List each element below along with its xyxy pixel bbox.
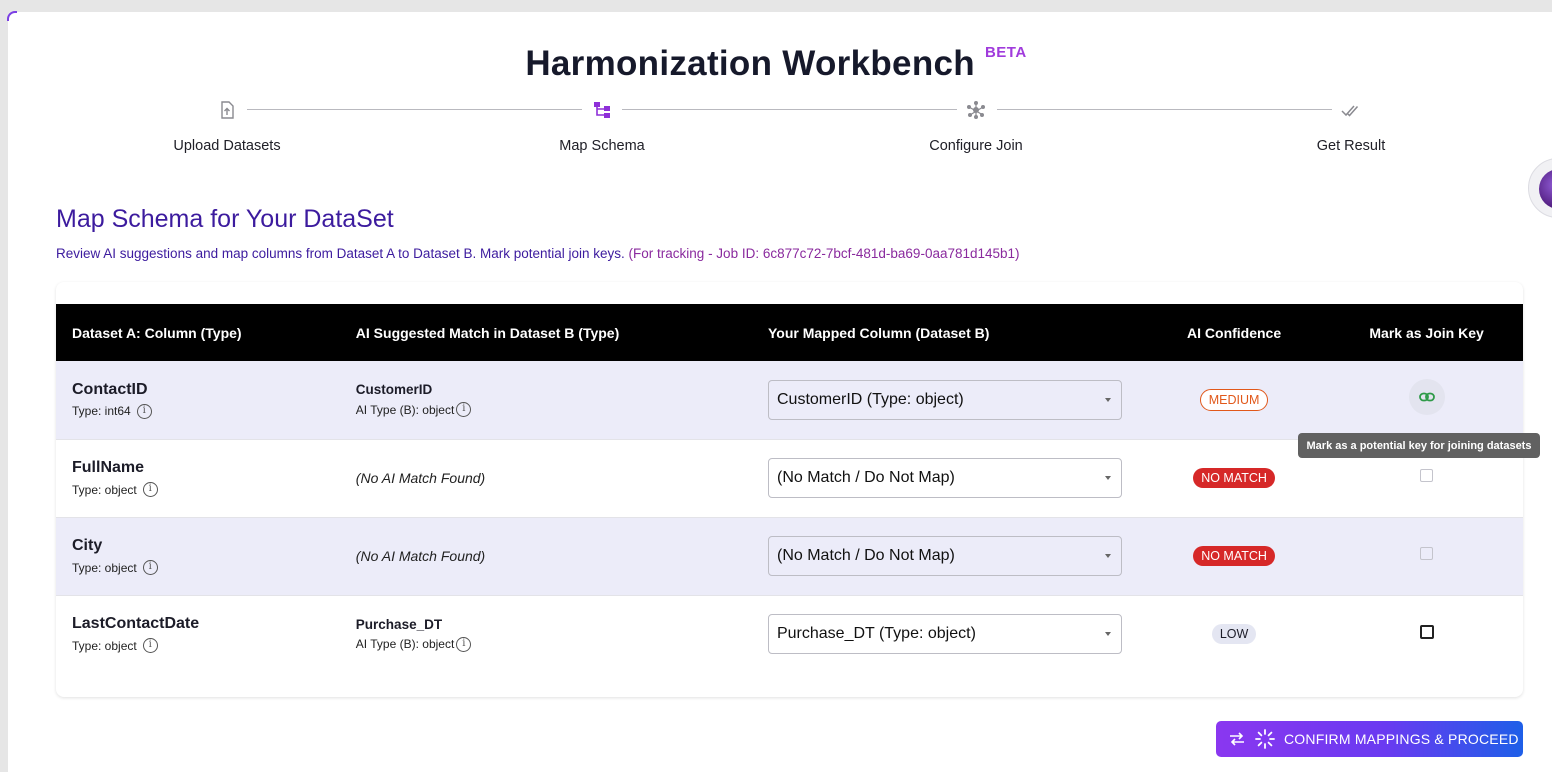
ai-match-name: CustomerID: [355, 382, 433, 398]
job-id-tracking: (For tracking - Job ID: 6c877c72-7bcf-48…: [628, 246, 1020, 261]
description-text: Review AI suggestions and map columns fr…: [56, 246, 625, 261]
column-type-text: Type: int64: [72, 404, 131, 419]
column-name: City: [72, 537, 103, 554]
confidence-badge: NO MATCH: [1193, 546, 1275, 566]
step-label-map-schema[interactable]: Map Schema: [502, 138, 702, 154]
ai-match-type-text: AI Type (B): object: [355, 402, 455, 417]
ai-match-type: AI Type (B): object i: [355, 636, 736, 652]
join-key-checkbox[interactable]: [1420, 469, 1434, 482]
column-type-text: Type: object: [72, 638, 137, 653]
ai-match-type-text: AI Type (B): object: [355, 637, 455, 652]
join-key-toggle[interactable]: [1408, 379, 1445, 416]
column-type: Type: object i: [72, 638, 324, 654]
double-check-icon[interactable]: [1341, 100, 1361, 120]
chevron-down-icon: [1104, 632, 1111, 637]
join-key-checkbox[interactable]: [1419, 624, 1434, 639]
swap-arrows-icon: [1230, 732, 1244, 746]
mapped-column-select[interactable]: (No Match / Do Not Map): [767, 458, 1122, 498]
join-key-tooltip: Mark as a potential key for joining data…: [1298, 433, 1540, 458]
column-type: Type: int64 i: [72, 403, 324, 419]
column-name: FullName: [72, 459, 145, 476]
step-connector: [247, 109, 582, 110]
mapped-column-value: (No Match / Do Not Map): [776, 469, 955, 486]
info-icon[interactable]: i: [456, 636, 472, 652]
info-icon[interactable]: i: [142, 638, 158, 654]
column-name: ContactID: [72, 380, 148, 398]
mapped-column-value: Purchase_DT (Type: object): [776, 625, 976, 643]
chevron-down-icon: [1104, 554, 1111, 558]
beta-badge: BETA: [984, 44, 1027, 61]
confirm-button-label: CONFIRM MAPPINGS & PROCEED: [1284, 731, 1519, 747]
table-row: LastContactDate Type: object i Purchase_D…: [56, 595, 1523, 673]
chevron-down-icon: [1104, 397, 1111, 402]
step-label-configure-join[interactable]: Configure Join: [876, 138, 1076, 154]
schema-icon[interactable]: [592, 100, 612, 120]
step-label-upload[interactable]: Upload Datasets: [127, 138, 327, 154]
info-icon[interactable]: i: [456, 402, 472, 418]
info-icon[interactable]: i: [142, 560, 158, 575]
ai-match-name: Purchase_DT: [355, 616, 443, 632]
ai-match-type: AI Type (B): object i: [355, 402, 736, 418]
info-icon[interactable]: i: [136, 403, 152, 419]
ai-no-match: (No AI Match Found): [355, 548, 486, 564]
confidence-badge: MEDIUM: [1199, 388, 1269, 411]
column-type: Type: object i: [72, 560, 324, 575]
assistant-avatar: [1539, 169, 1552, 209]
chevron-down-icon: [1104, 476, 1111, 480]
column-name: LastContactDate: [72, 615, 200, 633]
page-title: Harmonization Workbench BETA: [0, 44, 1552, 84]
header-col-a: Dataset A: Column (Type): [72, 324, 242, 341]
table-header-row: Dataset A: Column (Type) AI Suggested Ma…: [56, 304, 1523, 361]
confidence-badge: NO MATCH: [1193, 468, 1275, 488]
ai-no-match: (No AI Match Found): [355, 470, 486, 486]
link-icon: [1418, 392, 1435, 402]
step-label-get-result[interactable]: Get Result: [1251, 138, 1451, 154]
corner-accent: [7, 11, 17, 21]
confirm-mappings-button[interactable]: CONFIRM MAPPINGS & PROCEED: [1216, 721, 1523, 757]
hub-icon[interactable]: [966, 100, 986, 120]
mapping-table-card: Dataset A: Column (Type) AI Suggested Ma…: [56, 282, 1523, 697]
header-confidence: AI Confidence: [1187, 324, 1282, 341]
section-title: Map Schema for Your DataSet: [56, 205, 394, 233]
table-row: City Type: object i (No AI Match Found) (…: [56, 517, 1523, 595]
upload-file-icon[interactable]: [217, 100, 237, 120]
mapped-column-select[interactable]: CustomerID (Type: object): [767, 379, 1122, 420]
step-connector: [622, 109, 957, 110]
mapped-column-select[interactable]: Purchase_DT (Type: object): [767, 614, 1122, 655]
column-type-text: Type: object: [72, 482, 137, 497]
info-icon[interactable]: i: [142, 482, 158, 497]
mapped-column-value: CustomerID (Type: object): [776, 390, 964, 408]
page-title-text: Harmonization Workbench: [525, 44, 975, 83]
section-description: Review AI suggestions and map columns fr…: [56, 246, 1020, 261]
loading-spinner-icon: [1255, 729, 1275, 749]
header-join-key: Mark as Join Key: [1369, 324, 1484, 341]
confidence-badge: LOW: [1211, 624, 1257, 645]
header-mapped: Your Mapped Column (Dataset B): [767, 324, 990, 341]
mapped-column-value: (No Match / Do Not Map): [776, 547, 955, 564]
column-type: Type: object i: [72, 482, 324, 497]
table-row: ContactID Type: int64 i CustomerID AI Typ…: [56, 361, 1523, 439]
join-key-checkbox[interactable]: [1420, 547, 1434, 560]
mapping-table: Dataset A: Column (Type) AI Suggested Ma…: [56, 304, 1523, 673]
step-connector: [997, 109, 1332, 110]
header-ai-match: AI Suggested Match in Dataset B (Type): [355, 324, 620, 341]
mapped-column-select[interactable]: (No Match / Do Not Map): [767, 536, 1122, 576]
column-type-text: Type: object: [72, 560, 137, 575]
